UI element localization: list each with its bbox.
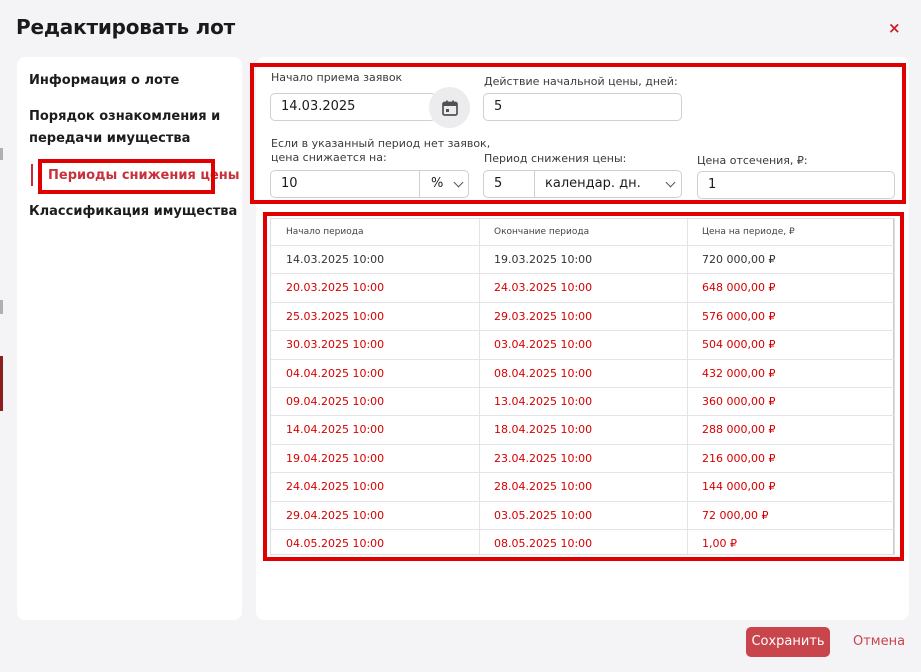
- table-row: 29.04.2025 10:00 03.05.2025 10:00 72 000,0…: [271, 500, 894, 530]
- price-periods-table: Начало периода Окончание периода Цена на…: [270, 218, 895, 555]
- sidebar-item-inspection-order-line2[interactable]: передачи имущества: [29, 128, 190, 150]
- reduce-label: Если в указанный период нет заявок,: [271, 137, 491, 150]
- cell-end: 19.03.2025 10:00: [494, 253, 593, 266]
- close-icon[interactable]: ×: [888, 19, 901, 37]
- column-header-end[interactable]: Окончание периода: [479, 219, 589, 245]
- period-field: 5 календар. дн.: [483, 170, 682, 198]
- cell-price: 216 000,00 ₽: [702, 451, 776, 465]
- active-indicator: [31, 164, 33, 186]
- chevron-down-icon[interactable]: [665, 177, 676, 188]
- duration-label: Действие начальной цены, дней:: [484, 75, 678, 88]
- cell-start: 14.03.2025 10:00: [286, 253, 385, 266]
- reduce-amount-field: 10 %: [270, 170, 469, 198]
- table-row: 24.04.2025 10:00 28.04.2025 10:00 144 000,…: [271, 472, 894, 501]
- chevron-down-icon[interactable]: [453, 177, 464, 188]
- cell-end: 08.04.2025 10:00: [494, 366, 593, 380]
- start-date-label: Начало приема заявок: [271, 71, 403, 84]
- cell-price: 504 000,00 ₽: [702, 338, 776, 352]
- cell-end: 03.05.2025 10:00: [494, 508, 593, 522]
- cell-start: 14.04.2025 10:00: [286, 423, 385, 437]
- cell-price: 576 000,00 ₽: [702, 309, 776, 323]
- sidebar-item-inspection-order[interactable]: Порядок ознакомления и: [29, 106, 220, 128]
- sidebar-item-price-periods[interactable]: Периоды снижения цены: [48, 165, 240, 187]
- cell-price: 288 000,00 ₽: [702, 423, 776, 437]
- cell-start: 30.03.2025 10:00: [286, 338, 385, 352]
- table-row: 25.03.2025 10:00 29.03.2025 10:00 576 000,…: [271, 301, 894, 331]
- cell-end: 29.03.2025 10:00: [494, 309, 593, 323]
- cell-start: 19.04.2025 10:00: [286, 451, 385, 465]
- field-divider: [534, 171, 535, 197]
- edit-lot-dialog: Редактировать лот × Информация о лоте По…: [0, 0, 921, 672]
- cell-price: 720 000,00 ₽: [702, 253, 776, 266]
- save-button[interactable]: Сохранить: [746, 627, 830, 657]
- sidebar-item-lot-info[interactable]: Информация о лоте: [29, 70, 179, 92]
- background-fragment: [0, 300, 3, 314]
- calendar-icon: [441, 100, 458, 116]
- background-fragment: [0, 356, 3, 411]
- cell-start: 09.04.2025 10:00: [286, 395, 385, 408]
- column-header-price[interactable]: Цена на периоде, ₽: [687, 219, 795, 245]
- cell-end: 13.04.2025 10:00: [494, 395, 593, 408]
- cell-start: 04.04.2025 10:00: [286, 366, 385, 380]
- dialog-title: Редактировать лот: [16, 15, 236, 39]
- cell-start: 29.04.2025 10:00: [286, 508, 385, 522]
- field-divider: [419, 171, 420, 197]
- cell-start: 24.04.2025 10:00: [286, 480, 385, 494]
- column-header-start[interactable]: Начало периода: [271, 219, 363, 245]
- cell-end: 24.03.2025 10:00: [494, 281, 593, 295]
- table-row: 14.03.2025 10:00 19.03.2025 10:00 720 000,…: [271, 245, 894, 274]
- cell-end: 03.04.2025 10:00: [494, 338, 593, 352]
- cell-end: 08.05.2025 10:00: [494, 537, 593, 550]
- table-row: 09.04.2025 10:00 13.04.2025 10:00 360 000,…: [271, 387, 894, 416]
- period-input[interactable]: 5: [494, 171, 502, 197]
- cell-start: 20.03.2025 10:00: [286, 281, 385, 295]
- cell-start: 04.05.2025 10:00: [286, 537, 385, 550]
- cell-start: 25.03.2025 10:00: [286, 309, 385, 323]
- cell-price: 72 000,00 ₽: [702, 508, 769, 522]
- table-row: 20.03.2025 10:00 24.03.2025 10:00 648 000,…: [271, 273, 894, 302]
- cutoff-input[interactable]: 1: [697, 171, 895, 199]
- duration-input[interactable]: 5: [483, 93, 682, 121]
- reduce-unit-select[interactable]: %: [431, 171, 443, 197]
- table-row: 14.04.2025 10:00 18.04.2025 10:00 288 000,…: [271, 415, 894, 444]
- cell-price: 144 000,00 ₽: [702, 480, 776, 494]
- cell-price: 360 000,00 ₽: [702, 395, 776, 408]
- period-unit-select[interactable]: календар. дн.: [545, 171, 641, 197]
- cutoff-label: Цена отсечения, ₽:: [697, 154, 808, 167]
- reduce-amount-input[interactable]: 10: [281, 171, 298, 197]
- calendar-button[interactable]: [429, 87, 470, 128]
- table-row: 19.04.2025 10:00 23.04.2025 10:00 216 000,…: [271, 443, 894, 473]
- start-date-input[interactable]: 14.03.2025: [270, 93, 436, 121]
- table-row: 04.04.2025 10:00 08.04.2025 10:00 432 000,…: [271, 358, 894, 388]
- table-row: 04.05.2025 10:00 08.05.2025 10:00 1,00 ₽: [271, 529, 894, 554]
- cell-end: 28.04.2025 10:00: [494, 480, 593, 494]
- reduce-label-line2: цена снижается на:: [271, 151, 387, 164]
- cell-end: 18.04.2025 10:00: [494, 423, 593, 437]
- sidebar-item-classification[interactable]: Классификация имущества: [29, 201, 237, 223]
- cell-price: 1,00 ₽: [702, 537, 737, 550]
- cell-price: 432 000,00 ₽: [702, 366, 776, 380]
- period-label: Период снижения цены:: [484, 152, 627, 165]
- cell-end: 23.04.2025 10:00: [494, 451, 593, 465]
- background-fragment: [0, 148, 3, 160]
- cancel-button[interactable]: Отмена: [853, 627, 905, 657]
- cell-price: 648 000,00 ₽: [702, 281, 776, 295]
- table-row: 30.03.2025 10:00 03.04.2025 10:00 504 000,…: [271, 330, 894, 359]
